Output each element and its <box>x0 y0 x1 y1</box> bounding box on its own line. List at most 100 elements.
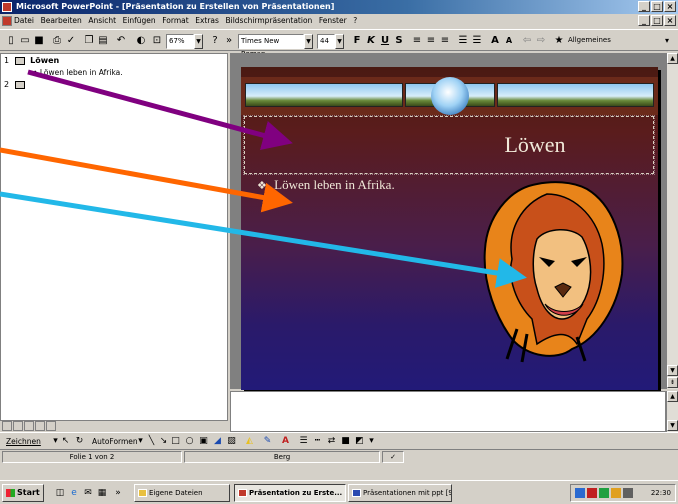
doc-minimize-button[interactable]: _ <box>638 15 650 26</box>
font-size-dropdown[interactable]: ▼ <box>335 34 344 49</box>
increase-font-icon[interactable]: A <box>488 34 502 48</box>
numbering-icon[interactable]: ☰ <box>456 34 470 48</box>
spellcheck-icon[interactable]: ✓ <box>64 34 78 48</box>
bold-button[interactable]: F <box>350 34 364 48</box>
title-placeholder[interactable]: Löwen <box>243 115 655 175</box>
document-icon[interactable] <box>2 16 12 26</box>
font-color-icon[interactable]: A <box>280 436 291 447</box>
maximize-button[interactable]: □ <box>651 1 663 12</box>
notes-scroll-down-button[interactable]: ▼ <box>667 420 678 431</box>
lion-clipart[interactable] <box>477 179 627 364</box>
tray-app-icon[interactable] <box>599 488 609 498</box>
decrease-font-icon[interactable]: A <box>502 34 516 48</box>
draw-menu[interactable]: Zeichnen <box>6 437 41 446</box>
rectangle-icon[interactable]: □ <box>170 436 181 447</box>
start-button[interactable]: Start <box>2 484 44 502</box>
menu-fenster[interactable]: Fenster <box>319 14 347 28</box>
wordart-icon[interactable]: ◢ <box>212 436 223 447</box>
demote-icon[interactable]: ⇨ <box>534 34 548 48</box>
rotate-icon[interactable]: ↻ <box>74 436 85 447</box>
new-icon[interactable]: ▯ <box>4 34 18 48</box>
tray-network-icon[interactable] <box>575 488 585 498</box>
spelling-status-icon[interactable]: ✓ <box>382 451 404 463</box>
task-praesentation[interactable]: Präsentation zu Erste... <box>234 484 346 502</box>
copy-icon[interactable]: ❐ <box>82 34 96 48</box>
general-tasks-dropdown-icon[interactable]: ▾ <box>660 34 674 48</box>
chart-icon[interactable]: ◐ <box>134 34 148 48</box>
more-quicklaunch-icon[interactable]: » <box>112 487 124 499</box>
outline-bullet[interactable]: • Löwen leben in Afrika. <box>33 68 123 77</box>
fill-color-icon[interactable]: ◭ <box>244 436 255 447</box>
window-title-bar[interactable]: Microsoft PowerPoint - [Präsentation zu … <box>0 0 678 14</box>
undo-icon[interactable]: ↶ <box>114 34 128 48</box>
line-color-icon[interactable]: ✎ <box>262 436 273 447</box>
menu-help[interactable]: ? <box>353 14 357 28</box>
promote-icon[interactable]: ⇦ <box>520 34 534 48</box>
browser-icon[interactable]: e <box>68 487 80 499</box>
tray-volume-icon[interactable] <box>611 488 621 498</box>
task-praesentationen-ppt[interactable]: Präsentationen mit ppt [97]... <box>348 484 452 502</box>
arrow-style-icon[interactable]: ⇄ <box>326 436 337 447</box>
font-size-field[interactable]: 44 <box>317 34 335 49</box>
paste-icon[interactable]: ▤ <box>96 34 110 48</box>
insert-clipart-icon[interactable]: ▨ <box>226 436 237 447</box>
close-button[interactable]: × <box>664 1 676 12</box>
minimize-button[interactable]: _ <box>638 1 650 12</box>
select-pointer-icon[interactable]: ↖ <box>60 436 71 447</box>
more-buttons-icon[interactable]: » <box>222 34 236 48</box>
next-slide-button[interactable]: ⇟ <box>667 377 678 388</box>
dash-style-icon[interactable]: ┅ <box>312 436 323 447</box>
tray-misc-icon[interactable] <box>623 488 633 498</box>
oval-icon[interactable]: ○ <box>184 436 195 447</box>
normal-view-button[interactable] <box>2 421 12 431</box>
media-icon[interactable]: ▦ <box>96 487 108 499</box>
menu-ansicht[interactable]: Ansicht <box>88 14 116 28</box>
menu-bearbeiten[interactable]: Bearbeiten <box>41 14 82 28</box>
outline-view-button[interactable] <box>13 421 23 431</box>
help-icon[interactable]: ? <box>208 34 222 48</box>
align-left-icon[interactable]: ≡ <box>410 34 424 48</box>
general-tasks-label[interactable]: Allgemeines <box>568 36 611 44</box>
animation-icon[interactable]: ★ <box>552 34 566 48</box>
menu-bildschirmpraesentation[interactable]: Bildschirmpräsentation <box>225 14 312 28</box>
align-right-icon[interactable]: ≡ <box>438 34 452 48</box>
slide-bullet-text[interactable]: Löwen leben in Afrika. <box>274 177 395 192</box>
font-name-dropdown[interactable]: ▼ <box>304 34 313 49</box>
menu-einfuegen[interactable]: Einfügen <box>123 14 156 28</box>
italic-button[interactable]: K <box>364 34 378 48</box>
powerpoint-app-icon[interactable] <box>2 2 12 12</box>
notes-scroll-up-button[interactable]: ▲ <box>667 391 678 402</box>
slide-vertical-scrollbar[interactable]: ▲ ▼ ⇟ <box>666 53 678 389</box>
line-icon[interactable]: ╲ <box>146 436 157 447</box>
task-eigene-dateien[interactable]: Eigene Dateien <box>134 484 230 502</box>
outline-slide-1[interactable]: 1 Löwen <box>4 56 59 65</box>
menu-extras[interactable]: Extras <box>195 14 219 28</box>
zoom-dropdown[interactable]: ▼ <box>194 34 203 49</box>
slide-sorter-view-button[interactable] <box>35 421 45 431</box>
zoom-field[interactable]: 67% <box>166 34 194 49</box>
slide-title[interactable]: Löwen <box>415 132 655 158</box>
open-icon[interactable]: ▭ <box>18 34 32 48</box>
notes-pane[interactable] <box>230 391 666 432</box>
underline-button[interactable]: U <box>378 34 392 48</box>
textbox-icon[interactable]: ▣ <box>198 436 209 447</box>
mail-icon[interactable]: ✉ <box>82 487 94 499</box>
slide-canvas[interactable]: Löwen ❖ Löwen leben in Afrika. <box>241 67 658 390</box>
menu-format[interactable]: Format <box>162 14 188 28</box>
menu-datei[interactable]: Datei <box>14 14 34 28</box>
print-icon[interactable]: ⎙ <box>50 34 64 48</box>
shadow-icon[interactable]: ■ <box>340 436 351 447</box>
3d-icon[interactable]: ◩ <box>354 436 365 447</box>
scroll-up-button[interactable]: ▲ <box>667 53 678 64</box>
notes-scrollbar[interactable]: ▲ ▼ <box>666 391 678 432</box>
clipart-icon[interactable]: ⊡ <box>150 34 164 48</box>
outline-slide-2[interactable]: 2 <box>4 80 28 89</box>
doc-close-button[interactable]: × <box>664 15 676 26</box>
slideshow-view-button[interactable] <box>46 421 56 431</box>
font-name-field[interactable]: Times New Roman <box>238 34 304 58</box>
scroll-down-button[interactable]: ▼ <box>667 365 678 376</box>
tray-antivirus-icon[interactable] <box>587 488 597 498</box>
outline-pane[interactable]: 1 Löwen • Löwen leben in Afrika. 2 <box>0 53 228 421</box>
slide-bullet[interactable]: ❖ Löwen leben in Afrika. <box>257 177 395 193</box>
shadow-button[interactable]: S <box>392 34 406 48</box>
